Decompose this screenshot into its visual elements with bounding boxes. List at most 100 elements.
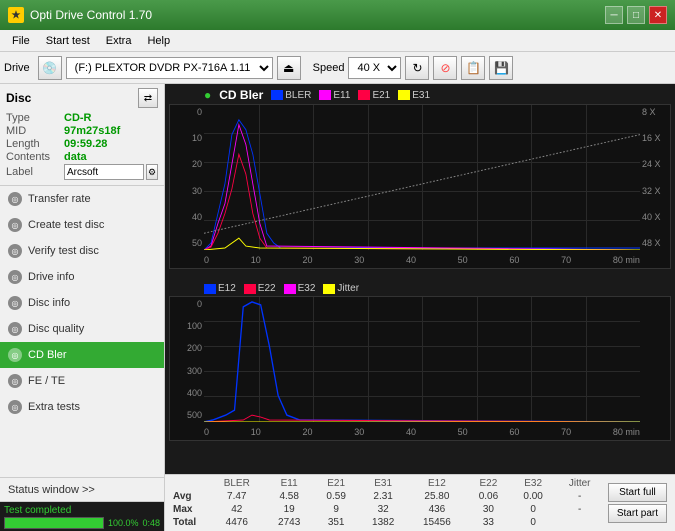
avg-e21: 0.59 <box>314 490 359 503</box>
avg-e11: 4.58 <box>265 490 314 503</box>
status-window-button[interactable]: Status window >> <box>0 478 164 502</box>
disc-title: Disc <box>6 91 31 105</box>
menu-extra[interactable]: Extra <box>98 33 140 49</box>
stats-header-row: BLER E11 E21 E31 E12 E22 E32 Jitter <box>169 477 604 490</box>
total-bler: 4476 <box>209 516 265 529</box>
col-header-jitter: Jitter <box>556 477 604 490</box>
content-area: ● CD Bler BLER E11 E21 E31 <box>165 84 675 531</box>
drive-info-icon: ◎ <box>8 270 22 284</box>
app-icon: ★ <box>8 7 24 23</box>
e22-color <box>244 284 256 294</box>
e11-label: E11 <box>333 90 350 101</box>
transfer-rate-icon: ◎ <box>8 192 22 206</box>
menu-file[interactable]: File <box>4 33 38 49</box>
total-e32: 0 <box>511 516 556 529</box>
maximize-button[interactable]: □ <box>627 6 645 24</box>
e32-label: E32 <box>298 283 316 294</box>
sidebar-item-label: Disc info <box>28 297 70 309</box>
jitter-color <box>323 284 335 294</box>
sidebar-item-label: CD Bler <box>28 349 67 361</box>
avg-e31: 2.31 <box>359 490 408 503</box>
disc-type-value: CD-R <box>64 112 92 124</box>
disc-info-icon: ◎ <box>8 296 22 310</box>
avg-e32: 0.00 <box>511 490 556 503</box>
e31-label: E31 <box>412 90 430 101</box>
col-header-e11: E11 <box>265 477 314 490</box>
max-label: Max <box>169 503 209 516</box>
copy-button[interactable]: 📋 <box>461 56 485 80</box>
total-e21: 351 <box>314 516 359 529</box>
sidebar-item-label: Transfer rate <box>28 193 91 205</box>
app-title: Opti Drive Control 1.70 <box>30 8 152 22</box>
stats-max-row: Max 42 19 9 32 436 30 0 - <box>169 503 604 516</box>
disc-contents-label: Contents <box>6 151 64 163</box>
max-jitter: - <box>556 503 604 516</box>
e22-label: E22 <box>258 283 276 294</box>
disc-label-input[interactable] <box>64 164 144 180</box>
menu-help[interactable]: Help <box>139 33 178 49</box>
sidebar-item-extra-tests[interactable]: ◎ Extra tests <box>0 394 164 420</box>
e21-color <box>358 90 370 100</box>
chart2-legend-jitter: Jitter <box>323 283 359 294</box>
disc-length-value: 09:59.28 <box>64 138 107 150</box>
sidebar-item-label: Verify test disc <box>28 245 99 257</box>
toolbar: Drive 💿 (F:) PLEXTOR DVDR PX-716A 1.11 ⏏… <box>0 52 675 84</box>
drive-icon: 💿 <box>38 56 62 80</box>
extra-tests-icon: ◎ <box>8 400 22 414</box>
sidebar-item-disc-quality[interactable]: ◎ Disc quality <box>0 316 164 342</box>
sidebar-item-cd-bler[interactable]: ◎ CD Bler <box>0 342 164 368</box>
e12-label: E12 <box>218 283 236 294</box>
col-header-empty <box>169 477 209 490</box>
sidebar-item-verify-test-disc[interactable]: ◎ Verify test disc <box>0 238 164 264</box>
chart1-x-axis: 0 10 20 30 40 50 60 70 80 min <box>204 252 640 268</box>
sidebar-item-transfer-rate[interactable]: ◎ Transfer rate <box>0 186 164 212</box>
speed-select[interactable]: 40 X <box>348 57 401 79</box>
minimize-button[interactable]: ─ <box>605 6 623 24</box>
max-e31: 32 <box>359 503 408 516</box>
sidebar-item-fe-te[interactable]: ◎ FE / TE <box>0 368 164 394</box>
chart1-container: ● CD Bler BLER E11 E21 E31 <box>165 84 675 279</box>
chart1-area: 50 40 30 20 10 0 48 X 40 X 32 X 24 X 16 … <box>169 104 671 269</box>
disc-length-row: Length 09:59.28 <box>6 138 158 150</box>
max-bler: 42 <box>209 503 265 516</box>
erase-button[interactable]: ⊘ <box>433 56 457 80</box>
start-full-button[interactable]: Start full <box>608 483 667 502</box>
sidebar-item-label: Drive info <box>28 271 74 283</box>
eject-button[interactable]: ⏏ <box>277 56 301 80</box>
max-e22: 30 <box>466 503 511 516</box>
chart2-title-bar: E12 E22 E32 Jitter <box>169 283 671 294</box>
chart1-legend-bler: BLER <box>271 90 311 101</box>
disc-quality-icon: ◎ <box>8 322 22 336</box>
stats-total-row: Total 4476 2743 351 1382 15456 33 0 <box>169 516 604 529</box>
e21-label: E21 <box>372 90 390 101</box>
stats-avg-row: Avg 7.47 4.58 0.59 2.31 25.80 0.06 0.00 … <box>169 490 604 503</box>
start-part-button[interactable]: Start part <box>608 504 667 523</box>
progress-time: 0:48 <box>142 518 160 528</box>
col-header-e22: E22 <box>466 477 511 490</box>
main-layout: Disc ⇄ Type CD-R MID 97m27s18f Length 09… <box>0 84 675 531</box>
save-button[interactable]: 💾 <box>489 56 513 80</box>
menu-start-test[interactable]: Start test <box>38 33 98 49</box>
disc-mid-value: 97m27s18f <box>64 125 120 137</box>
window-controls: ─ □ ✕ <box>605 6 667 24</box>
disc-label-label: Label <box>6 166 64 178</box>
chart2-legend-e22: E22 <box>244 283 276 294</box>
col-header-e32: E32 <box>511 477 556 490</box>
bler-color <box>271 90 283 100</box>
fe-te-icon: ◎ <box>8 374 22 388</box>
stats-buttons: Start full Start part <box>604 477 671 529</box>
refresh-button[interactable]: ↻ <box>405 56 429 80</box>
progress-bar <box>4 517 104 529</box>
label-settings-button[interactable]: ⚙ <box>146 164 158 180</box>
sidebar-item-disc-info[interactable]: ◎ Disc info <box>0 290 164 316</box>
jitter-label: Jitter <box>337 283 359 294</box>
close-button[interactable]: ✕ <box>649 6 667 24</box>
drive-select[interactable]: (F:) PLEXTOR DVDR PX-716A 1.11 <box>66 57 273 79</box>
chart1-legend-e11: E11 <box>319 90 350 101</box>
sidebar-item-drive-info[interactable]: ◎ Drive info <box>0 264 164 290</box>
disc-eject-button[interactable]: ⇄ <box>138 88 158 108</box>
disc-contents-row: Contents data <box>6 151 158 163</box>
sidebar-item-create-test-disc[interactable]: ◎ Create test disc <box>0 212 164 238</box>
chart2-legend-e12: E12 <box>204 283 236 294</box>
total-e31: 1382 <box>359 516 408 529</box>
